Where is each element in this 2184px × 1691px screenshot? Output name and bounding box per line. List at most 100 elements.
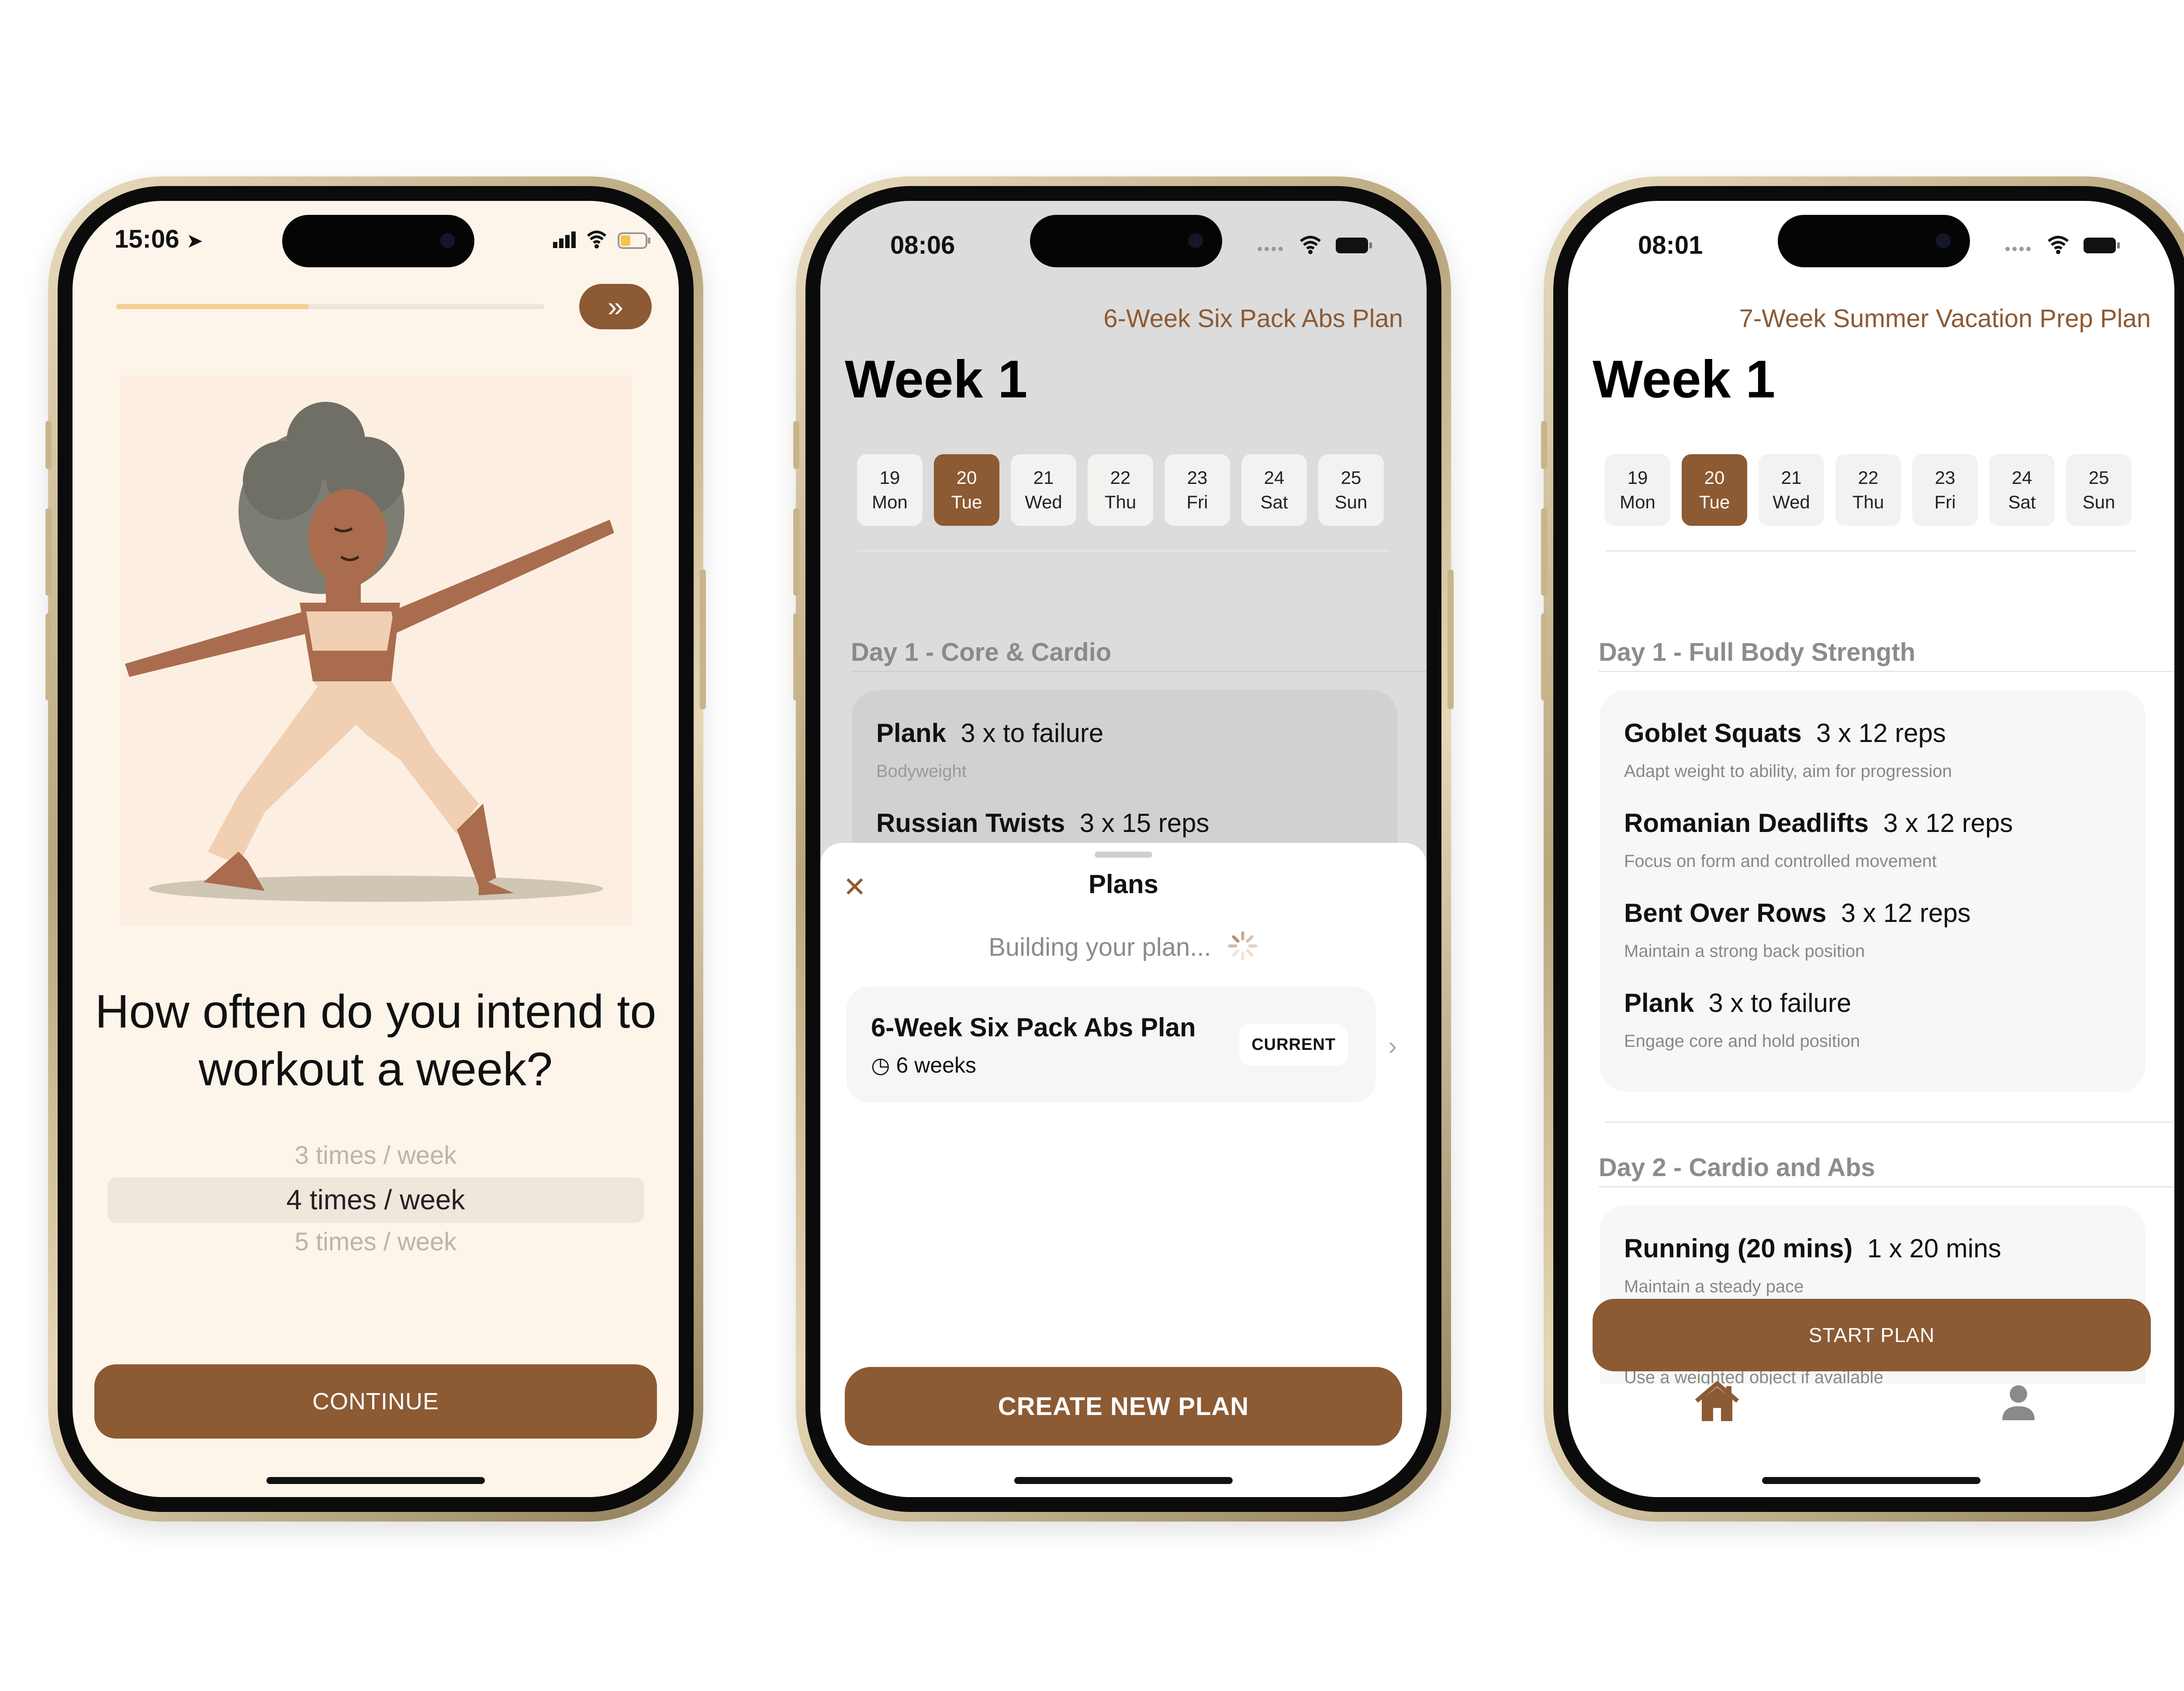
day-chip[interactable]: 20 Tue <box>1682 454 1747 526</box>
exercise-row[interactable]: Plank 3 x to failure <box>876 718 1103 748</box>
sheet-grabber[interactable] <box>1095 852 1152 858</box>
double-chevron-right-icon: » <box>608 291 623 322</box>
plan-card-duration: ◷ 6 weeks <box>871 1053 976 1077</box>
exercise-note: Maintain a strong back position <box>1624 942 1865 961</box>
exercise-note: Engage core and hold position <box>1624 1032 1860 1051</box>
exercise-row[interactable]: Romanian Deadlifts 3 x 12 reps <box>1624 808 2013 838</box>
day-number: 19 <box>1627 467 1648 488</box>
onboarding-progress <box>116 304 544 309</box>
dynamic-island <box>1030 215 1222 267</box>
progress-fill <box>116 304 309 309</box>
start-plan-button[interactable]: START PLAN <box>1593 1299 2151 1371</box>
home-indicator <box>1762 1477 1980 1484</box>
question-title: How often do you intend to workout a wee… <box>95 985 657 1095</box>
day-weekday: Sun <box>2082 492 2115 512</box>
day-chip[interactable]: 22 Thu <box>1088 454 1153 526</box>
plans-sheet: ✕ Plans Building your plan... 6-Week Six… <box>820 843 1427 1497</box>
day-chip[interactable]: 23 Fri <box>1165 454 1230 526</box>
day-weekday: Wed <box>1773 492 1810 512</box>
day-number: 23 <box>1935 467 1956 488</box>
week-title: Week 1 <box>1593 349 1776 409</box>
home-icon[interactable] <box>1693 1380 1741 1426</box>
day-weekday: Sat <box>2008 492 2036 512</box>
current-badge: CURRENT <box>1239 1024 1348 1066</box>
phone-plans: 08:06 6-Week Six Pack Abs Plan Week 1 19… <box>793 176 1454 1522</box>
day-chip[interactable]: 24 Sat <box>1989 454 2055 526</box>
exercise-row[interactable]: Bent Over Rows 3 x 12 reps <box>1624 898 1971 928</box>
day-chip[interactable]: 23 Fri <box>1912 454 1978 526</box>
building-status: Building your plan... <box>820 930 1427 968</box>
chevron-right-icon[interactable]: › <box>1388 1031 1397 1061</box>
status-icons <box>1257 234 1379 258</box>
day-number: 21 <box>1033 467 1054 488</box>
plan-screen-dimmed: 08:06 6-Week Six Pack Abs Plan Week 1 19… <box>820 201 1427 1497</box>
day-weekday: Mon <box>872 492 908 512</box>
plan-card-name: 6-Week Six Pack Abs Plan <box>871 1013 1196 1042</box>
exercise-row[interactable]: Russian Twists 3 x 15 reps <box>876 808 1209 838</box>
divider <box>1599 1186 2174 1187</box>
exercise-row[interactable]: Running (20 mins) 1 x 20 mins <box>1624 1233 2001 1263</box>
exercise-note: Adapt weight to ability, aim for progres… <box>1624 762 1952 781</box>
exercise-card: Goblet Squats 3 x 12 reps Adapt weight t… <box>1600 690 2146 1092</box>
day-number: 19 <box>879 467 900 488</box>
exercise-note: Maintain a steady pace <box>1624 1277 1804 1296</box>
exercise-row[interactable]: Goblet Squats 3 x 12 reps <box>1624 718 1946 748</box>
side-button <box>45 421 52 469</box>
day-chip[interactable]: 24 Sat <box>1241 454 1307 526</box>
dynamic-island <box>1778 215 1970 267</box>
day-chip[interactable]: 25 Sun <box>1318 454 1384 526</box>
day-weekday: Mon <box>1620 492 1655 512</box>
day-chip[interactable]: 19 Mon <box>857 454 923 526</box>
status-time: 15:06 ➤ <box>114 225 204 253</box>
day-number: 22 <box>1858 467 1879 488</box>
day-weekday: Tue <box>951 492 982 512</box>
exercise-row[interactable]: Plank 3 x to failure <box>1624 988 1851 1018</box>
skip-button[interactable]: » <box>579 284 652 329</box>
divider <box>1599 671 2174 672</box>
day-section-title: Day 1 - Core & Cardio <box>851 638 1112 666</box>
day-weekday: Wed <box>1025 492 1062 512</box>
profile-icon[interactable] <box>1999 1383 2038 1424</box>
picker-option-selected[interactable]: 4 times / week <box>107 1184 644 1216</box>
loading-spinner-icon <box>1227 930 1258 968</box>
divider <box>851 671 1427 672</box>
divider <box>1606 550 2136 552</box>
phone-plan-detail: 08:01 7-Week Summer Vacation Prep Plan W… <box>1541 176 2184 1522</box>
day-chip[interactable]: 25 Sun <box>2066 454 2132 526</box>
home-indicator <box>266 1477 485 1484</box>
day-weekday: Thu <box>1852 492 1884 512</box>
plan-detail-screen: 08:01 7-Week Summer Vacation Prep Plan W… <box>1568 201 2174 1497</box>
exercise-card: Plank 3 x to failure Bodyweight Russian … <box>852 690 1398 865</box>
day-chip[interactable]: 21 Wed <box>1759 454 1824 526</box>
day-number: 20 <box>956 467 977 488</box>
day-section-title: Day 2 - Cardio and Abs <box>1599 1153 1875 1182</box>
day-number: 24 <box>2011 467 2032 488</box>
day-number: 23 <box>1187 467 1208 488</box>
onboarding-screen: 15:06 ➤ » How often do you intend to wor… <box>73 201 679 1497</box>
day-section-title: Day 1 - Full Body Strength <box>1599 638 1916 666</box>
day-number: 24 <box>1264 467 1285 488</box>
yoga-illustration <box>121 376 632 928</box>
divider <box>1606 1122 2174 1123</box>
create-new-plan-button[interactable]: CREATE NEW PLAN <box>845 1367 1402 1446</box>
week-title: Week 1 <box>845 349 1028 409</box>
day-chip[interactable]: 22 Thu <box>1835 454 1901 526</box>
continue-button[interactable]: CONTINUE <box>94 1364 657 1439</box>
exercise-note: Focus on form and controlled movement <box>1624 852 1937 871</box>
day-weekday: Fri <box>1186 492 1208 512</box>
picker-option[interactable]: 5 times / week <box>107 1227 644 1256</box>
home-indicator <box>1014 1477 1233 1484</box>
day-weekday: Sat <box>1260 492 1288 512</box>
day-number: 21 <box>1781 467 1802 488</box>
exercise-note: Bodyweight <box>876 762 967 781</box>
sheet-title: Plans <box>1088 870 1159 899</box>
picker-option[interactable]: 3 times / week <box>107 1141 644 1170</box>
status-icons <box>2005 234 2127 258</box>
day-number: 25 <box>1341 467 1362 488</box>
day-chip[interactable]: 21 Wed <box>1011 454 1076 526</box>
day-chip[interactable]: 19 Mon <box>1605 454 1670 526</box>
clock-icon: ◷ <box>871 1053 890 1077</box>
day-number: 20 <box>1704 467 1725 488</box>
day-chip[interactable]: 20 Tue <box>934 454 999 526</box>
plan-card[interactable]: 6-Week Six Pack Abs Plan ◷ 6 weeks CURRE… <box>847 987 1376 1102</box>
